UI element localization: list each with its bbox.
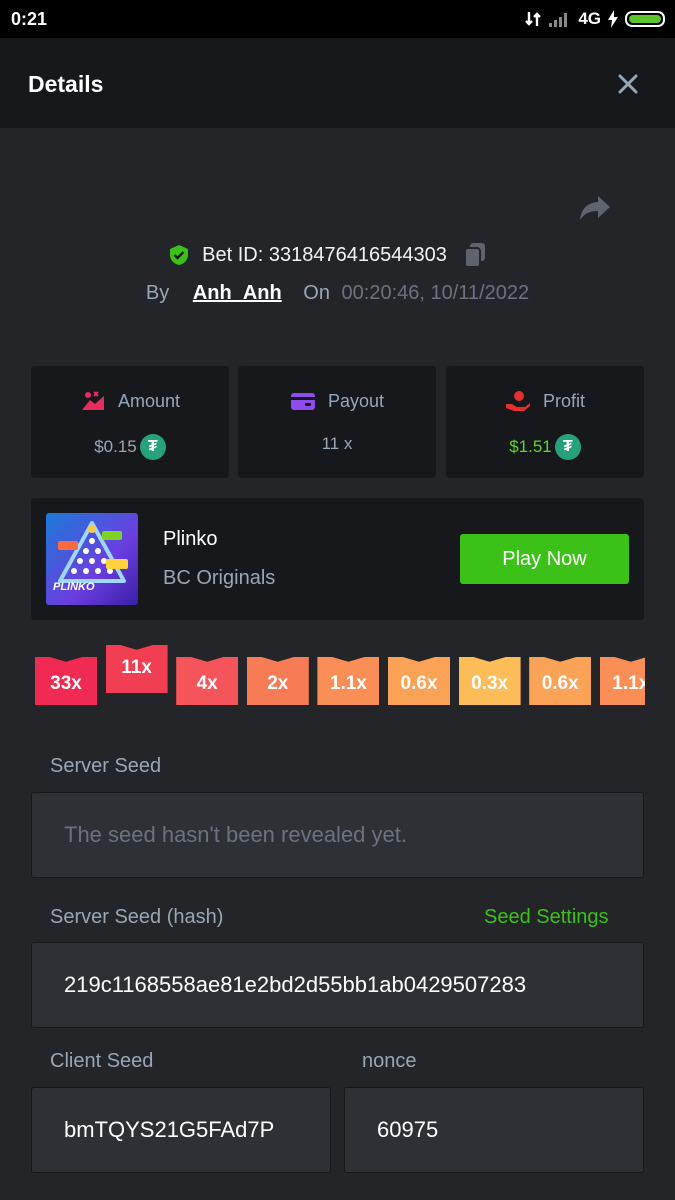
game-card: PLINKO Plinko BC Originals Play Now (31, 498, 644, 620)
data-transfer-icon (525, 12, 542, 26)
nonce-value: 60975 (377, 1117, 439, 1142)
server-seed-hash-field[interactable]: 219c1168558ae81e2bd2d55bb1ab0429507283 (31, 942, 644, 1028)
payout-label: Payout (327, 390, 385, 411)
profit-value: $1.51 (509, 437, 552, 456)
payout-card: Payout 11 x (238, 366, 436, 478)
signal-icon (549, 13, 568, 27)
amount-card: Amount $0.15 ₮ (31, 366, 229, 478)
server-seed-value: The seed hasn't been revealed yet. (64, 822, 407, 847)
bet-meta-row: By Anh_Anh On 00:20:46, 10/11/2022 (0, 282, 675, 305)
amount-label: Amount (117, 390, 181, 411)
bet-id-value: 3318476416544303 (268, 243, 447, 266)
wallet-card-icon (290, 393, 315, 410)
bet-id-label: Bet ID: (202, 243, 264, 266)
server-seed-field: The seed hasn't been revealed yet. (31, 792, 644, 878)
copy-icon[interactable] (463, 242, 487, 268)
status-time: 0:21 (11, 9, 48, 29)
battery-icon (625, 11, 665, 27)
nonce-label: nonce (362, 1050, 417, 1072)
page-title: Details (28, 71, 104, 97)
usdt-icon: ₮ (554, 434, 581, 460)
network-type: 4G (578, 9, 601, 28)
multiplier-chip: 0.6x (529, 657, 592, 705)
profit-label: Profit (542, 390, 585, 411)
multiplier-chip: 11x (105, 645, 168, 693)
play-now-button[interactable]: Play Now (460, 534, 629, 584)
nonce-field[interactable]: 60975 (344, 1087, 644, 1173)
game-name: Plinko (163, 528, 218, 550)
close-icon[interactable] (612, 68, 644, 100)
profit-card: Profit $1.51 ₮ (446, 366, 644, 478)
share-icon[interactable] (578, 193, 612, 223)
plinko-thumb-text: PLINKO (53, 581, 95, 593)
server-seed-hash-label: Server Seed (hash) (50, 906, 224, 928)
client-seed-label: Client Seed (50, 1050, 154, 1072)
multiplier-chip: 0.3x (458, 657, 521, 705)
status-bar: 0:21 4G (0, 0, 675, 38)
status-icons: 4G (524, 7, 665, 31)
multiplier-chip: 1.1x (317, 657, 380, 705)
multiplier-chip: 1.1x (599, 657, 645, 705)
client-seed-value: bmTQYS21G5FAd7P (64, 1117, 275, 1142)
seed-settings-link[interactable]: Seed Settings (484, 906, 609, 929)
client-seed-field[interactable]: bmTQYS21G5FAd7P (31, 1087, 331, 1173)
server-seed-label: Server Seed (50, 755, 162, 777)
bet-amount-icon (81, 391, 104, 410)
multiplier-chip: 33x (35, 657, 97, 705)
game-provider: BC Originals (163, 567, 276, 589)
on-label: On (303, 282, 330, 304)
multiplier-row: 33x 11x 4x 2x 1.1x 0.6x 0.3x 0.6x 1.1x (35, 645, 645, 720)
server-seed-hash-value: 219c1168558ae81e2bd2d55bb1ab0429507283 (64, 972, 527, 997)
plinko-thumbnail[interactable]: PLINKO (46, 513, 138, 605)
multiplier-chip: 4x (176, 657, 239, 705)
bet-datetime: 00:20:46, 10/11/2022 (341, 282, 530, 304)
bet-id-row: Bet ID: 3318476416544303 (0, 240, 675, 270)
details-header: Details (0, 38, 675, 128)
verified-shield-icon (170, 245, 189, 265)
by-label: By (145, 282, 170, 304)
profit-hand-icon (505, 391, 530, 411)
multiplier-chip: 0.6x (388, 657, 450, 705)
charging-icon (608, 10, 618, 28)
usdt-icon: ₮ (139, 434, 166, 460)
multiplier-chip: 2x (246, 657, 309, 705)
bettor-username-link[interactable]: Anh_Anh (193, 282, 282, 304)
amount-value: $0.15 (94, 437, 137, 456)
payout-value: 11 x (321, 434, 353, 453)
